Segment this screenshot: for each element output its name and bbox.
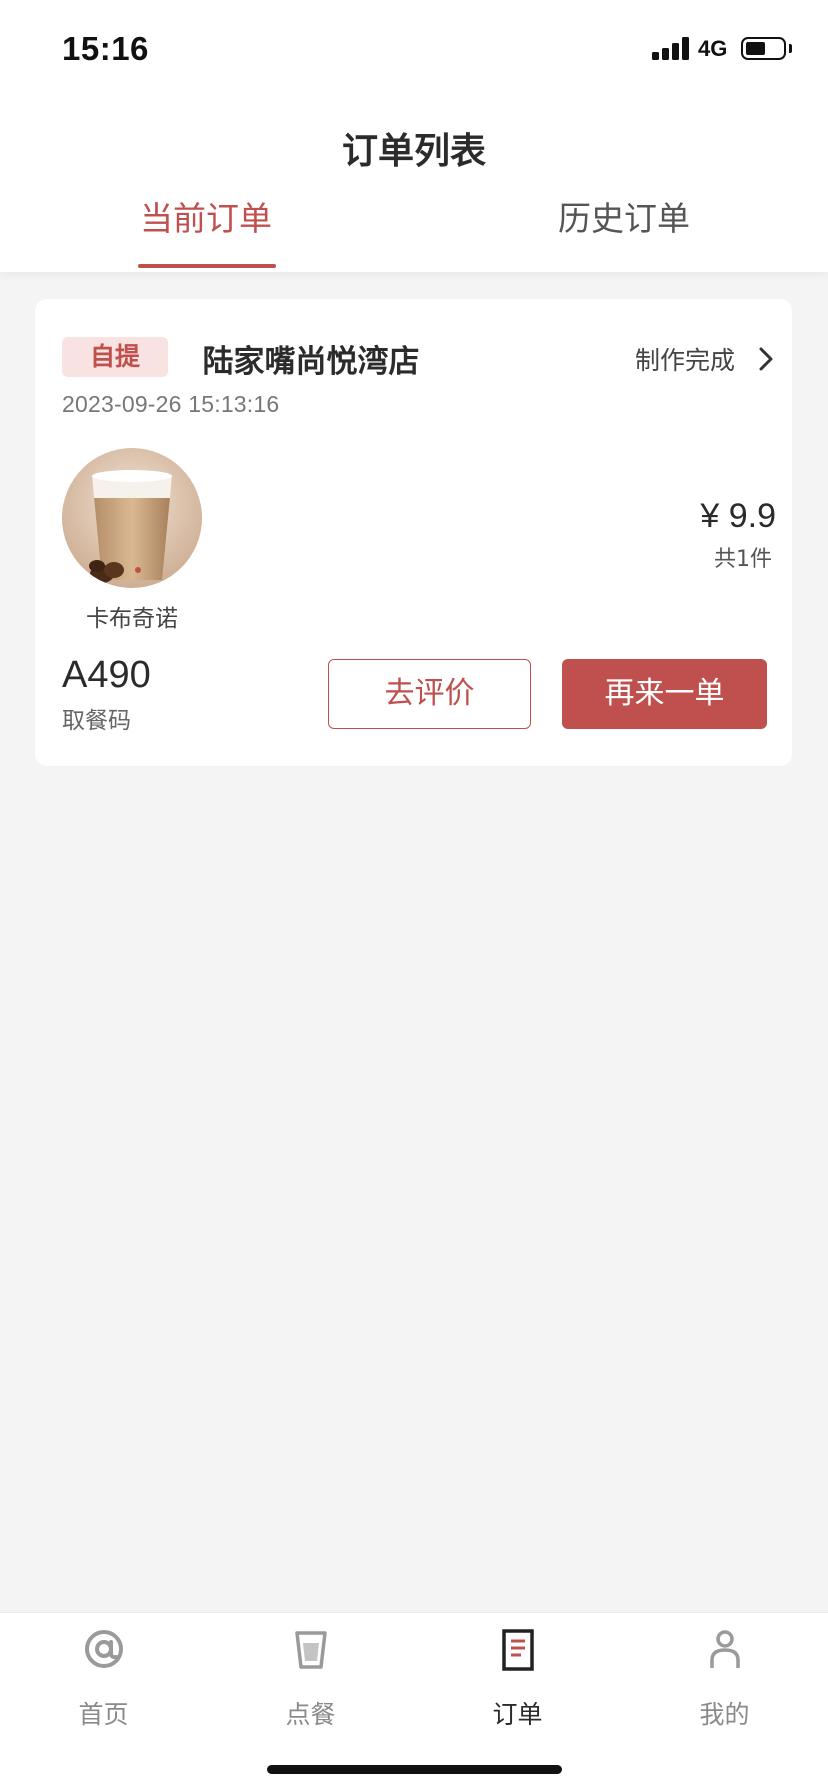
nav-label-profile: 我的: [699, 1700, 750, 1729]
item-count: 共1件: [714, 547, 772, 572]
tab-history-orders[interactable]: 历史订单: [558, 192, 690, 240]
person-icon: [710, 1630, 740, 1668]
nav-label-home: 首页: [78, 1700, 129, 1729]
pickup-code-label: 取餐码: [62, 708, 131, 734]
network-label: 4G: [698, 36, 728, 61]
pickup-code: A490: [62, 654, 151, 696]
nav-label-order-food: 点餐: [285, 1700, 336, 1729]
cup-icon: [295, 1631, 327, 1669]
order-status-link[interactable]: 制作完成: [635, 341, 735, 377]
tab-current-orders[interactable]: 当前订单: [140, 192, 272, 240]
home-indicator: [267, 1765, 562, 1774]
product-name: 卡布奇诺: [86, 606, 178, 632]
chevron-right-icon[interactable]: [755, 345, 777, 373]
status-time: 15:16: [62, 30, 149, 67]
nav-label-orders: 订单: [492, 1700, 543, 1729]
status-bar: 15:16 4G: [0, 0, 828, 96]
product-image: [62, 448, 202, 588]
reorder-button[interactable]: 再来一单: [562, 659, 767, 729]
signal-icon: [652, 36, 690, 60]
receipt-icon: [502, 1629, 534, 1671]
nav-item-profile[interactable]: 我的: [621, 1613, 828, 1743]
page-title: 订单列表: [341, 131, 486, 172]
nav-item-home[interactable]: 首页: [0, 1613, 207, 1743]
order-card[interactable]: 自提 陆家嘴尚悦湾店 制作完成 2023-09-26 15:13:16 卡布奇诺…: [35, 299, 792, 766]
at-icon: [85, 1630, 123, 1668]
review-button[interactable]: 去评价: [328, 659, 531, 729]
nav-item-orders[interactable]: 订单: [414, 1613, 621, 1743]
active-tab-indicator: [138, 264, 276, 268]
store-name: 陆家嘴尚悦湾店: [202, 344, 420, 380]
order-price: ¥ 9.9: [700, 497, 776, 535]
battery-icon: [741, 37, 786, 60]
header: 订单列表 当前订单 历史订单: [0, 96, 828, 272]
order-time: 2023-09-26 15:13:16: [62, 391, 280, 417]
nav-item-order-food[interactable]: 点餐: [207, 1613, 414, 1743]
battery-cap: [789, 44, 792, 53]
